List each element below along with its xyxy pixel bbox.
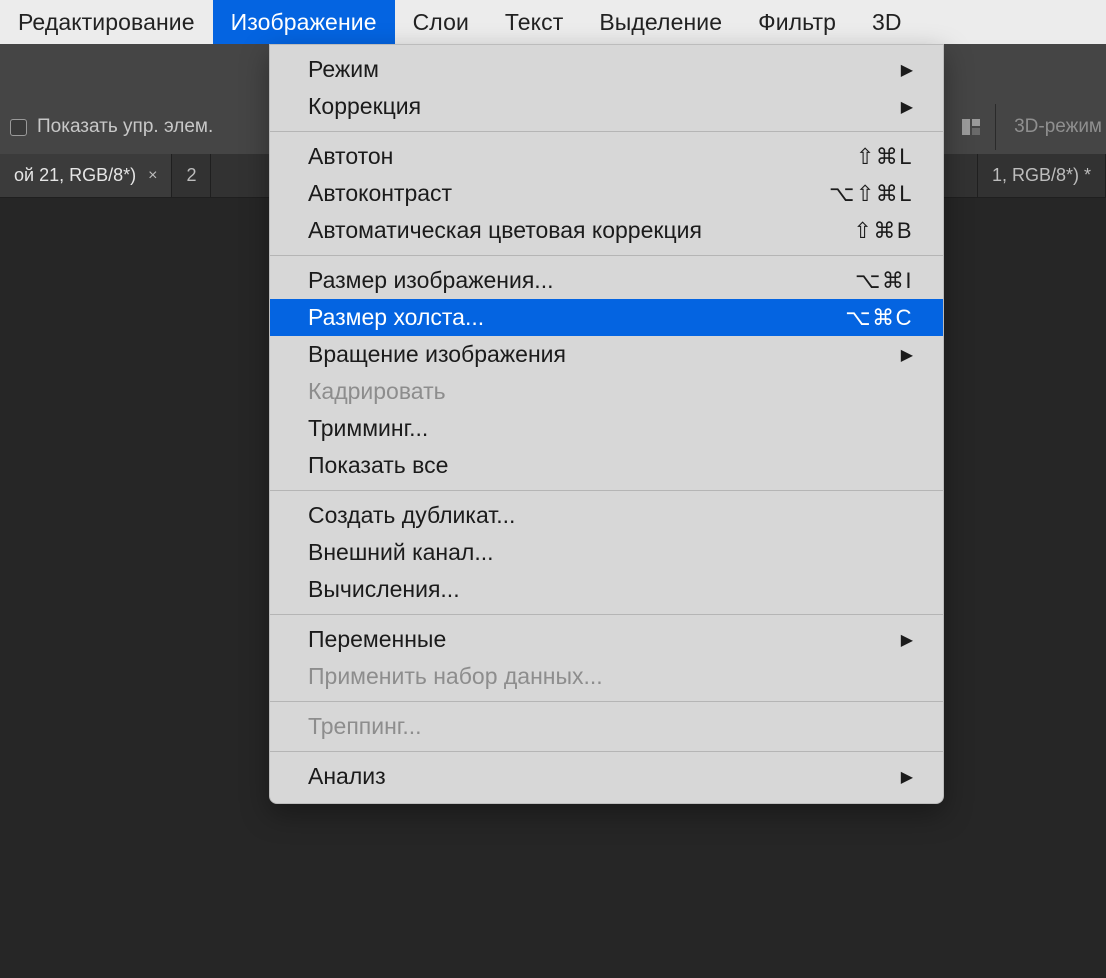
menu-item[interactable]: Переменные▶ [270,621,943,658]
menu-label: Текст [505,9,563,36]
menu-item-shortcut: ⌥⌘I [793,268,913,294]
image-menu-dropdown: Режим▶Коррекция▶Автотон⇧⌘LАвтоконтраст⌥⇧… [269,44,944,804]
submenu-arrow-icon: ▶ [893,630,913,650]
menu-select[interactable]: Выделение [581,0,740,44]
document-tab-title: 2 [186,165,196,186]
menu-separator [270,701,943,702]
menu-label: Выделение [599,9,722,36]
menu-item: Применить набор данных... [270,658,943,695]
menu-item-label: Анализ [308,763,893,790]
menu-item-label: Коррекция [308,93,893,120]
menu-text[interactable]: Текст [487,0,581,44]
menu-item-label: Автотон [308,143,793,170]
3d-mode-label: 3D-режим [1010,116,1106,138]
menu-separator [270,614,943,615]
close-icon[interactable]: × [148,167,157,185]
menu-item-label: Размер изображения... [308,267,793,294]
menu-item-label: Создать дубликат... [308,502,913,529]
menu-item-label: Переменные [308,626,893,653]
submenu-arrow-icon: ▶ [893,767,913,787]
menu-item-label: Автоконтраст [308,180,793,207]
menu-3d[interactable]: 3D [854,0,920,44]
document-tab-title: ой 21, RGB/8*) [14,165,136,186]
menu-label: 3D [872,9,902,36]
menu-item[interactable]: Анализ▶ [270,758,943,795]
menu-item: Кадрировать [270,373,943,410]
menu-item[interactable]: Автотон⇧⌘L [270,138,943,175]
options-divider [995,104,996,150]
menu-item-label: Размер холста... [308,304,793,331]
menu-separator [270,255,943,256]
menu-item-label: Вычисления... [308,576,913,603]
menu-item-label: Вращение изображения [308,341,893,368]
menu-label: Фильтр [758,9,836,36]
menu-separator [270,131,943,132]
menu-item[interactable]: Тримминг... [270,410,943,447]
submenu-arrow-icon: ▶ [893,97,913,117]
menu-item-label: Режим [308,56,893,83]
menu-label: Редактирование [18,9,195,36]
menu-item-shortcut: ⌥⌘C [793,305,913,331]
document-tab[interactable]: 2 [172,154,211,197]
menu-item-label: Внешний канал... [308,539,913,566]
panel-layout-icon[interactable] [961,117,981,137]
menu-item[interactable]: Размер холста...⌥⌘C [270,299,943,336]
menu-item-label: Треппинг... [308,713,913,740]
menu-item[interactable]: Внешний канал... [270,534,943,571]
menu-item[interactable]: Вращение изображения▶ [270,336,943,373]
document-tab-title: 1, RGB/8*) * [992,165,1091,186]
os-menubar: Редактирование Изображение Слои Текст Вы… [0,0,1106,44]
menu-separator [270,751,943,752]
menu-item[interactable]: Вычисления... [270,571,943,608]
menu-item[interactable]: Автоматическая цветовая коррекция⇧⌘B [270,212,943,249]
menu-label: Слои [413,9,469,36]
menu-label: Изображение [231,9,377,36]
menu-item-shortcut: ⌥⇧⌘L [793,181,913,207]
menu-item: Треппинг... [270,708,943,745]
menu-item-label: Показать все [308,452,913,479]
menu-item-label: Применить набор данных... [308,663,913,690]
menu-item-label: Кадрировать [308,378,913,405]
document-tab[interactable]: 1, RGB/8*) * [977,154,1106,197]
submenu-arrow-icon: ▶ [893,60,913,80]
menu-layers[interactable]: Слои [395,0,487,44]
menu-item[interactable]: Коррекция▶ [270,88,943,125]
menu-item[interactable]: Размер изображения...⌥⌘I [270,262,943,299]
menu-item[interactable]: Создать дубликат... [270,497,943,534]
menu-item-label: Автоматическая цветовая коррекция [308,217,793,244]
document-tab[interactable]: ой 21, RGB/8*) × [0,154,172,197]
menu-item[interactable]: Режим▶ [270,51,943,88]
menu-separator [270,490,943,491]
menu-item-shortcut: ⇧⌘L [793,144,913,170]
submenu-arrow-icon: ▶ [893,345,913,365]
options-right-tools: 3D-режим [961,104,1106,150]
menu-item[interactable]: Показать все [270,447,943,484]
menu-edit[interactable]: Редактирование [0,0,213,44]
menu-item-label: Тримминг... [308,415,913,442]
show-controls-label: Показать упр. элем. [37,116,213,138]
show-controls-checkbox[interactable] [10,119,27,136]
menu-item-shortcut: ⇧⌘B [793,218,913,244]
menu-item[interactable]: Автоконтраст⌥⇧⌘L [270,175,943,212]
menu-image[interactable]: Изображение [213,0,395,44]
menu-filter[interactable]: Фильтр [740,0,854,44]
